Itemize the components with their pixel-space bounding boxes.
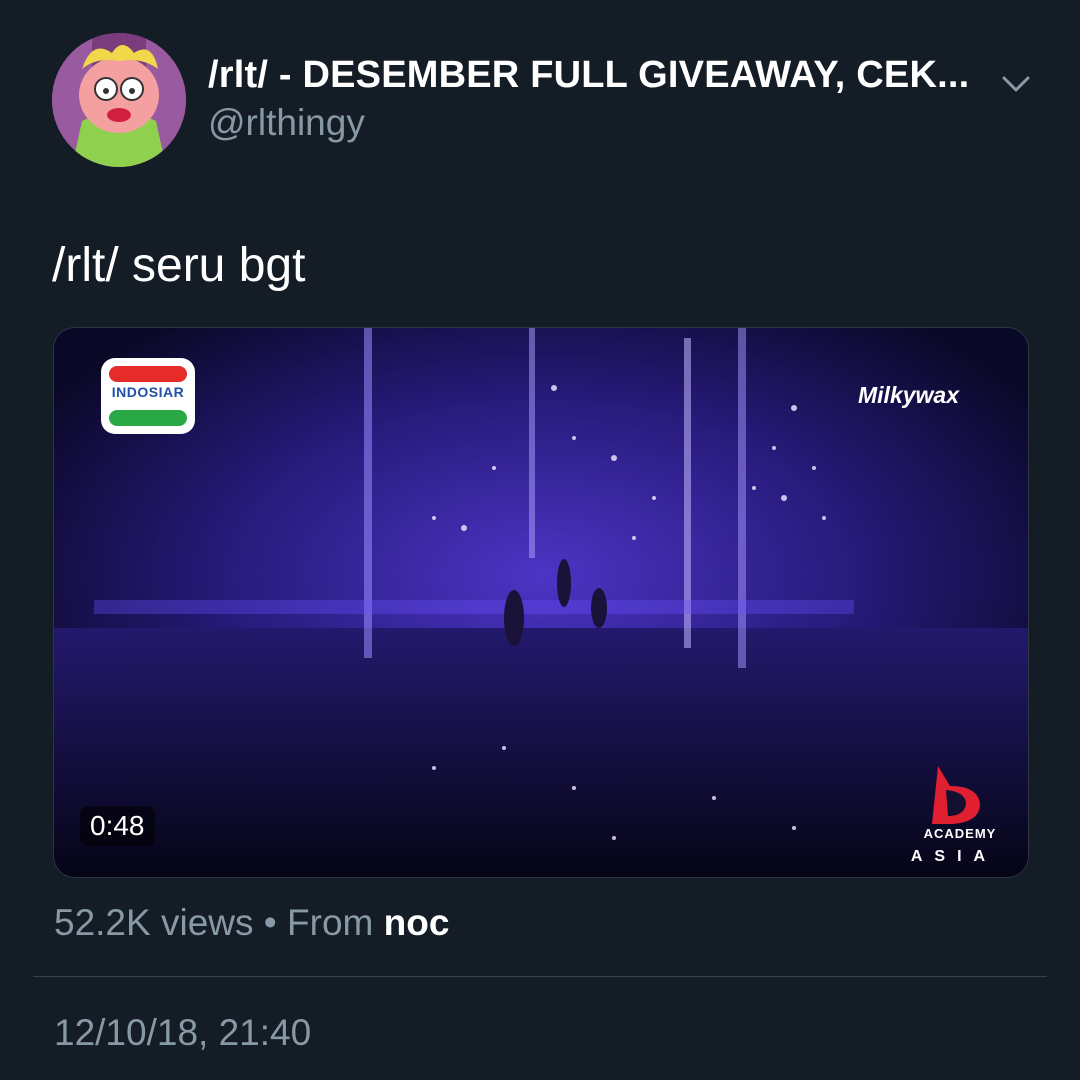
avatar[interactable] <box>52 33 186 167</box>
view-count: 52.2K views <box>54 902 254 943</box>
source-link[interactable]: noc <box>384 902 450 943</box>
cartoon-avatar-icon <box>52 33 186 167</box>
divider <box>33 976 1047 977</box>
from-label: From <box>287 902 374 943</box>
video-thumbnail <box>54 328 1028 877</box>
video-watermark: Milkywax <box>858 382 959 408</box>
video-player[interactable]: INDOSIAR Milkywax 0:48 ACADEMY ASIA <box>53 327 1029 878</box>
tweet-text: /rlt/ seru bgt <box>52 239 306 292</box>
academy-asia-logo: ACADEMY ASIA <box>892 760 1012 870</box>
indosiar-logo-text: INDOSIAR <box>111 384 185 400</box>
stats-separator: • <box>263 902 277 943</box>
academy-logo-line2: ASIA <box>910 848 998 865</box>
view-stats: 52.2K views • From noc <box>54 902 449 944</box>
video-duration: 0:48 <box>80 806 155 846</box>
user-handle[interactable]: @rlthingy <box>208 102 365 144</box>
indosiar-logo: INDOSIAR <box>101 358 195 434</box>
display-name[interactable]: /rlt/ - DESEMBER FULL GIVEAWAY, CEK... <box>208 54 973 97</box>
chevron-down-icon[interactable] <box>998 66 1034 102</box>
tweet-timestamp: 12/10/18, 21:40 <box>54 1012 312 1053</box>
academy-logo-line1: ACADEMY <box>923 826 997 841</box>
